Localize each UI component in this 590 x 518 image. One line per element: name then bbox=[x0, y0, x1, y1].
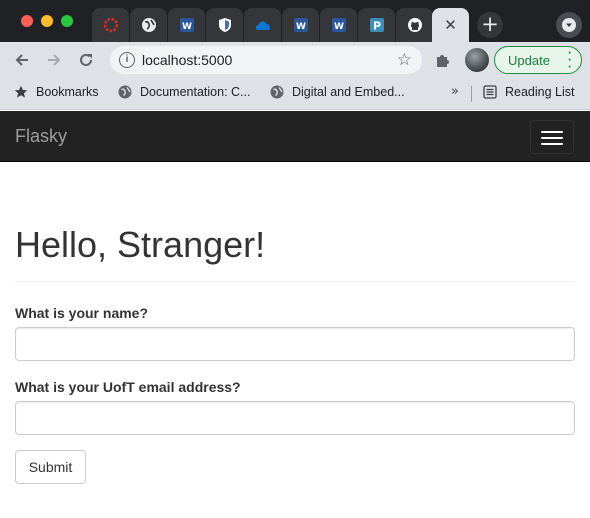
globe-favicon-icon bbox=[140, 16, 158, 34]
browser-tab[interactable] bbox=[396, 8, 433, 42]
bookmark-label: Digital and Embed... bbox=[292, 85, 405, 99]
reading-list-button[interactable]: Reading List bbox=[483, 85, 575, 99]
svg-text:W: W bbox=[296, 22, 306, 32]
address-url[interactable]: localhost:5000 bbox=[142, 52, 232, 68]
update-button[interactable]: Update · · · bbox=[494, 46, 582, 75]
navbar-toggle-button[interactable] bbox=[530, 120, 574, 154]
active-browser-tab[interactable]: ✕ bbox=[432, 8, 469, 42]
bookmarks-divider bbox=[471, 86, 472, 102]
browser-tab[interactable]: P bbox=[358, 8, 395, 42]
puzzle-icon bbox=[437, 55, 449, 67]
reading-list-icon bbox=[483, 85, 497, 99]
shield-favicon-icon bbox=[216, 16, 234, 34]
bookmark-label: Bookmarks bbox=[36, 85, 99, 99]
navbar-brand[interactable]: Flasky bbox=[15, 126, 67, 147]
word-favicon-icon: W bbox=[292, 16, 310, 34]
p-favicon-icon: P bbox=[368, 16, 386, 34]
close-tab-icon[interactable]: ✕ bbox=[444, 16, 457, 34]
extensions-button[interactable] bbox=[434, 51, 452, 69]
address-bar[interactable]: i localhost:5000 ☆ bbox=[110, 46, 422, 74]
browser-tab[interactable]: W bbox=[320, 8, 357, 42]
new-tab-button[interactable]: + bbox=[477, 12, 503, 38]
onedrive-favicon-icon bbox=[254, 16, 272, 34]
browser-tab[interactable] bbox=[130, 8, 167, 42]
zoom-window-button[interactable] bbox=[61, 15, 73, 27]
site-navbar: Flasky bbox=[0, 111, 590, 162]
site-info-icon[interactable]: i bbox=[119, 52, 135, 68]
tab-search-button[interactable] bbox=[556, 12, 582, 38]
globe-icon bbox=[118, 85, 132, 99]
name-field-label: What is your name? bbox=[15, 305, 149, 321]
close-window-button[interactable] bbox=[21, 15, 33, 27]
forward-button[interactable] bbox=[44, 50, 64, 70]
red-circle-favicon-icon bbox=[102, 16, 120, 34]
star-icon bbox=[14, 85, 28, 99]
bookmark-label: Documentation: C... bbox=[140, 85, 251, 99]
browser-toolbar: i localhost:5000 ☆ Update · · · bbox=[0, 42, 590, 78]
bookmark-item[interactable]: Documentation: C... bbox=[118, 85, 250, 99]
browser-tab[interactable] bbox=[244, 8, 281, 42]
browser-tab[interactable]: W bbox=[168, 8, 205, 42]
name-input[interactable] bbox=[15, 327, 575, 361]
back-button[interactable] bbox=[12, 50, 32, 70]
heading-divider bbox=[15, 281, 575, 282]
update-label: Update bbox=[508, 53, 550, 68]
svg-text:W: W bbox=[334, 22, 344, 32]
reload-icon bbox=[80, 53, 92, 66]
email-field-label: What is your UofT email address? bbox=[15, 379, 241, 395]
bookmarks-bar: Bookmarks Documentation: C... Digital an… bbox=[0, 78, 590, 110]
reload-button[interactable] bbox=[76, 50, 96, 70]
minimize-window-button[interactable] bbox=[41, 15, 53, 27]
reading-list-label: Reading List bbox=[505, 85, 575, 99]
hamburger-icon-bar bbox=[541, 131, 563, 133]
tab-strip: W W W P ✕ + bbox=[0, 0, 590, 42]
hamburger-icon-bar bbox=[541, 143, 563, 145]
profile-avatar[interactable] bbox=[465, 48, 489, 72]
page-heading: Hello, Stranger! bbox=[15, 224, 266, 265]
globe-icon bbox=[270, 85, 284, 99]
browser-tab[interactable] bbox=[92, 8, 129, 42]
github-favicon-icon bbox=[406, 16, 424, 34]
browser-tab[interactable]: W bbox=[282, 8, 319, 42]
bookmark-item[interactable]: Bookmarks bbox=[14, 85, 99, 99]
more-menu-icon[interactable]: · · · bbox=[567, 46, 572, 75]
forward-arrow-icon bbox=[48, 54, 61, 66]
svg-text:P: P bbox=[372, 20, 380, 33]
word-favicon-icon: W bbox=[178, 16, 196, 34]
word-favicon-icon: W bbox=[330, 16, 348, 34]
browser-tab[interactable] bbox=[206, 8, 243, 42]
back-arrow-icon bbox=[15, 54, 28, 66]
submit-button[interactable]: Submit bbox=[15, 450, 86, 484]
bookmarks-overflow-button[interactable]: » bbox=[451, 84, 459, 99]
bookmark-star-icon[interactable]: ☆ bbox=[397, 50, 412, 70]
email-input[interactable] bbox=[15, 401, 575, 435]
svg-text:W: W bbox=[182, 22, 192, 32]
bookmark-item[interactable]: Digital and Embed... bbox=[270, 85, 405, 99]
hamburger-icon-bar bbox=[541, 137, 563, 139]
chevron-down-icon bbox=[562, 18, 576, 32]
